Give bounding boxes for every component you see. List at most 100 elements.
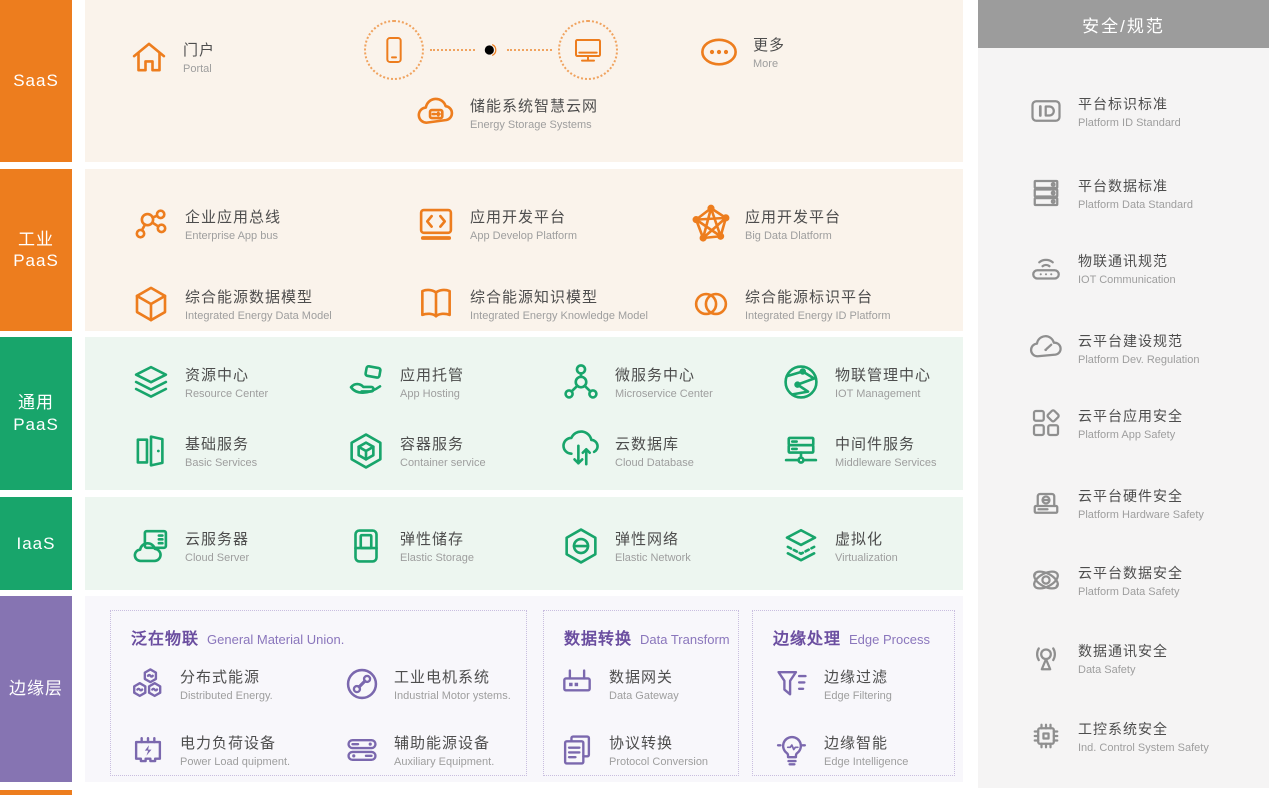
edge-group-header: 边缘处理 Edge Process	[773, 625, 930, 649]
item-subtitle: Integrated Energy Data Model	[185, 310, 332, 322]
cube-model-icon	[130, 283, 172, 325]
item-energy-data-model: 综合能源数据模型Integrated Energy Data Model	[130, 283, 332, 325]
item-title: 物联通讯规范	[1078, 251, 1176, 271]
item-subtitle: Cloud Database	[615, 457, 694, 469]
item-subtitle: Platform ID Standard	[1078, 117, 1181, 129]
item-title: 云平台应用安全	[1078, 406, 1183, 426]
item-title: 工控系统安全	[1078, 719, 1209, 739]
cloud-server-icon	[130, 525, 172, 567]
cloud-battery-icon	[415, 92, 457, 134]
item-enterprise-app-bus: 企业应用总线Enterprise App bus	[130, 203, 281, 245]
item-auxiliary-equipment: 辅助能源设备Auxiliary Equipment.	[343, 731, 494, 769]
mobile-icon	[364, 20, 424, 80]
item-subtitle: Edge Filtering	[824, 690, 892, 702]
item-subtitle: Protocol Conversion	[609, 756, 708, 768]
item-title: 辅助能源设备	[394, 732, 494, 753]
code-platform-icon	[415, 203, 457, 245]
bottom-orange-sliver	[0, 790, 72, 795]
data-mesh-icon	[690, 203, 732, 245]
item-title: 虚拟化	[835, 528, 898, 549]
item-resource-center: 资源中心Resource Center	[130, 361, 268, 403]
item-title: 容器服务	[400, 433, 486, 454]
linked-rings-icon	[690, 283, 732, 325]
item-power-load: 电力负荷设备Power Load quipment.	[129, 731, 290, 769]
item-distributed-energy: 分布式能源Distributed Energy.	[129, 665, 273, 703]
item-subtitle: Resource Center	[185, 388, 268, 400]
item-title: 基础服务	[185, 433, 257, 454]
data-rack-icon	[1028, 175, 1064, 211]
item-cloud-server: 云服务器Cloud Server	[130, 525, 249, 567]
auxiliary-equipment-icon	[343, 731, 381, 769]
item-industrial-motor: 工业电机系统Industrial Motor ystems.	[343, 665, 511, 703]
item-title: 协议转换	[609, 732, 708, 753]
item-subtitle: Energy Storage Systems	[470, 119, 598, 131]
item-subtitle: Platform Dev. Regulation	[1078, 354, 1199, 366]
elastic-network-icon	[560, 525, 602, 567]
item-subtitle: App Hosting	[400, 388, 464, 400]
protocol-docs-icon	[558, 731, 596, 769]
item-subtitle: Integrated Energy Knowledge Model	[470, 310, 648, 322]
item-more: 更多 More	[698, 31, 785, 73]
item-elastic-network: 弹性网络Elastic Network	[560, 525, 691, 567]
security-standards-sidebar: 安全/规范 平台标识标准Platform ID Standard 平台数据标准P…	[978, 0, 1269, 788]
item-title: 门户	[183, 39, 215, 60]
item-microservice-center: 微服务中心Microservice Center	[560, 361, 713, 403]
hand-hosting-icon	[345, 361, 387, 403]
sidebar-item-data-safety: 数据通讯安全Data Safety	[1028, 640, 1168, 676]
item-edge-filtering: 边缘过滤 Edge Filtering	[773, 665, 892, 703]
item-subtitle: Power Load quipment.	[180, 756, 290, 768]
item-subtitle: Elastic Network	[615, 552, 691, 564]
open-book-icon	[415, 283, 457, 325]
item-subtitle: Platform Hardware Safety	[1078, 509, 1204, 521]
item-subtitle: Platform Data Safety	[1078, 586, 1183, 598]
rail-block-iaas: IaaS	[0, 497, 72, 590]
atom-icon	[1028, 562, 1064, 598]
item-title: 储能系统智慧云网	[470, 95, 598, 116]
item-title: 中间件服务	[835, 433, 936, 454]
item-title: 弹性储存	[400, 528, 474, 549]
edge-group-title: 数据转换	[564, 625, 632, 649]
power-load-icon	[129, 731, 167, 769]
rail-block-saas: SaaS	[0, 0, 72, 162]
item-container-service: 容器服务Container service	[345, 430, 486, 472]
elastic-storage-icon	[345, 525, 387, 567]
item-title: 数据网关	[609, 666, 679, 687]
sidebar-item-platform-data-safety: 云平台数据安全 Platform Data Safety	[1028, 562, 1183, 598]
item-subtitle: Microservice Center	[615, 388, 713, 400]
item-title: 边缘过滤	[824, 666, 892, 687]
item-protocol-conversion: 协议转换 Protocol Conversion	[558, 731, 708, 769]
item-subtitle: Platform App Safety	[1078, 429, 1183, 441]
monitor-icon	[558, 20, 618, 80]
edge-group-subtitle: Data Transform	[640, 632, 730, 647]
item-title: 更多	[753, 34, 785, 55]
item-title: 应用开发平台	[470, 206, 577, 227]
globe-network-icon	[780, 361, 822, 403]
item-subtitle: Big Data Dlatform	[745, 230, 841, 242]
item-title: 分布式能源	[180, 666, 273, 687]
rail-block-edge: 边缘层	[0, 596, 72, 782]
item-subtitle: Enterprise App bus	[185, 230, 281, 242]
edge-group-data-transform: 数据转换 Data Transform 数据网关 Data Gateway 协议转…	[543, 610, 739, 776]
item-subtitle: More	[753, 58, 785, 70]
edge-group-edge-process: 边缘处理 Edge Process 边缘过滤Edge Filtering 边缘智…	[752, 610, 955, 776]
motor-system-icon	[343, 665, 381, 703]
item-title: 综合能源标识平台	[745, 286, 891, 307]
item-subtitle: Portal	[183, 63, 215, 75]
edge-group-title: 泛在物联	[131, 625, 199, 649]
item-subtitle: Industrial Motor ystems.	[394, 690, 511, 702]
edge-filter-icon	[773, 665, 811, 703]
item-cloud-database: 云数据库Cloud Database	[560, 430, 694, 472]
item-title: 物联管理中心	[835, 364, 931, 385]
id-badge-icon	[1028, 93, 1064, 129]
item-title: 云平台建设规范	[1078, 331, 1199, 351]
item-title: 云平台数据安全	[1078, 563, 1183, 583]
middleware-server-icon	[780, 430, 822, 472]
edge-bulb-icon	[773, 731, 811, 769]
item-app-develop-platform: 应用开发平台App Develop Platform	[415, 203, 577, 245]
dotted-connector	[430, 49, 475, 51]
item-middleware-services: 中间件服务 Middleware Services	[780, 430, 936, 472]
microservice-icon	[560, 361, 602, 403]
item-subtitle: Data Gateway	[609, 690, 679, 702]
item-subtitle: Middleware Services	[835, 457, 936, 469]
item-iot-management: 物联管理中心IOT Management	[780, 361, 931, 403]
